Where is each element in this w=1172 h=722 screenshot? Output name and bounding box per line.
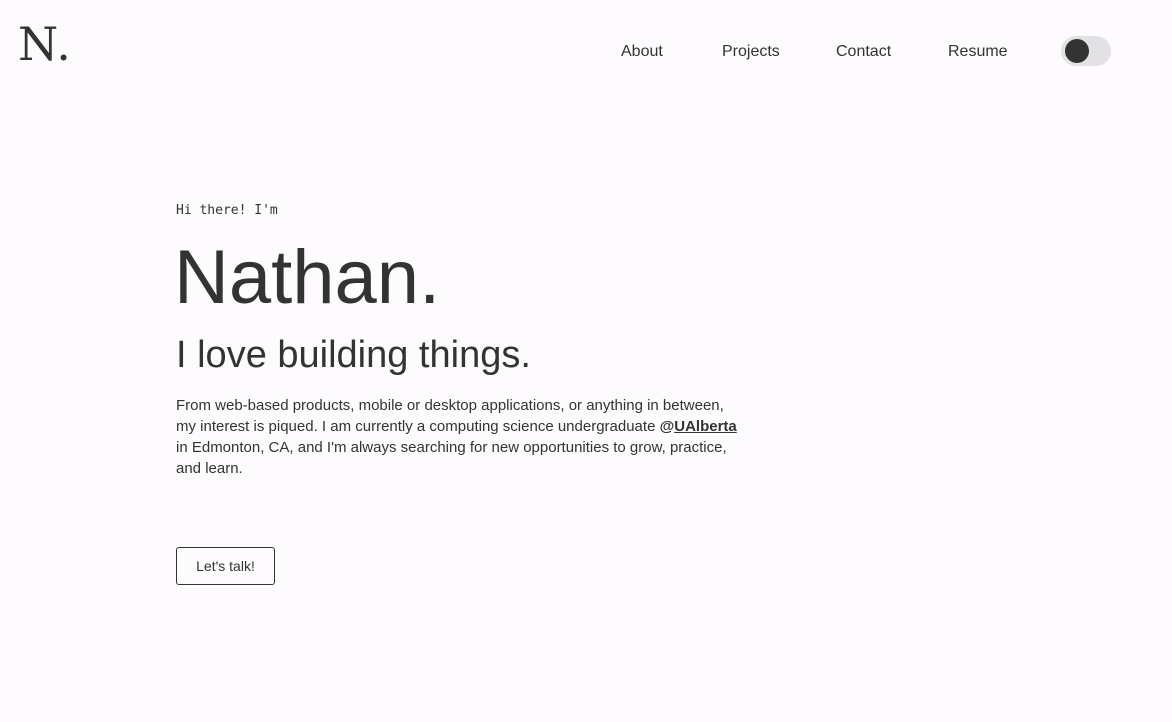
nav-link-contact[interactable]: Contact bbox=[836, 40, 891, 64]
main-nav: About Projects Contact Resume bbox=[0, 40, 1172, 64]
hero-bio: From web-based products, mobile or deskt… bbox=[176, 395, 742, 479]
theme-toggle[interactable] bbox=[1061, 36, 1111, 66]
page: N. About Projects Contact Resume Hi ther… bbox=[0, 0, 1172, 722]
bio-at-sign: @ bbox=[659, 418, 675, 435]
bio-text-end: in Edmonton, CA, and I'm always searchin… bbox=[176, 439, 727, 477]
lets-talk-button[interactable]: Let's talk! bbox=[176, 547, 275, 585]
nav-link-resume[interactable]: Resume bbox=[948, 40, 1008, 64]
nav-link-projects[interactable]: Projects bbox=[722, 40, 780, 64]
hero-name: Nathan. bbox=[174, 235, 441, 320]
ualberta-link[interactable]: UAlberta bbox=[674, 418, 737, 435]
theme-toggle-knob bbox=[1065, 39, 1089, 63]
nav-link-about[interactable]: About bbox=[621, 40, 663, 64]
bio-text-start: From web-based products, mobile or deskt… bbox=[176, 397, 724, 435]
hero-tagline: I love building things. bbox=[176, 334, 531, 376]
hero-greeting: Hi there! I'm bbox=[176, 203, 278, 218]
